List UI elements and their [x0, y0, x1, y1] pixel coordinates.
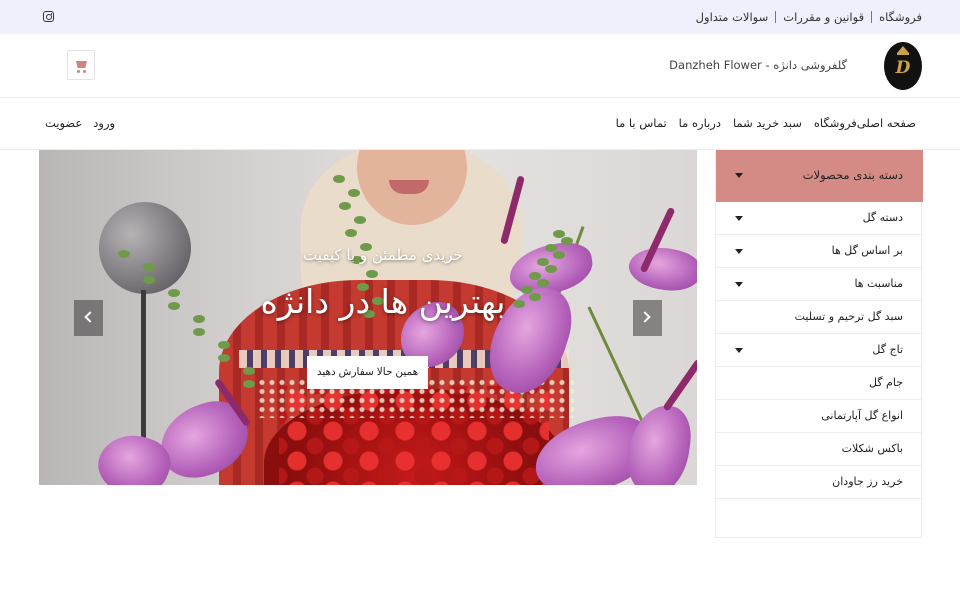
- chevron-down-icon: [735, 348, 743, 353]
- category-item-label: جام گل: [868, 376, 903, 389]
- top-bar: فروشگاه قوانین و مقررات سوالات متداول: [0, 0, 960, 34]
- top-link-shop[interactable]: فروشگاه: [879, 10, 922, 24]
- slider-prev-button[interactable]: [74, 300, 103, 336]
- category-item-occasions[interactable]: مناسبت ها: [716, 268, 921, 301]
- logo-monogram: D: [895, 58, 911, 78]
- category-item-by-flower[interactable]: بر اساس گل ها: [716, 235, 921, 268]
- category-item-condolence-basket[interactable]: سبد گل ترحیم و تسلیت: [716, 301, 921, 334]
- category-item-eternal-rose[interactable]: خرید رز جاودان: [716, 466, 921, 499]
- category-item-label: دسته گل: [862, 211, 903, 224]
- category-header[interactable]: دسته بندی محصولات: [716, 150, 923, 202]
- eucalyptus-leaf: [348, 188, 360, 197]
- category-item-label: باکس شکلات: [841, 442, 903, 455]
- eucalyptus-leaf: [333, 175, 345, 183]
- chevron-down-icon: [735, 282, 743, 287]
- cart-wheel: [83, 70, 86, 73]
- category-header-label: دسته بندی محصولات: [802, 168, 903, 182]
- nav-item-about[interactable]: درباره ما: [679, 116, 721, 130]
- eucalyptus-leaf: [339, 202, 351, 210]
- site-logo[interactable]: D: [884, 42, 922, 90]
- category-item-houseplants[interactable]: انواع گل آپارتمانی: [716, 400, 921, 433]
- login-link[interactable]: ورود: [93, 116, 115, 130]
- category-sidebar: دسته بندی محصولات دسته گل بر اساس گل ها …: [715, 150, 923, 538]
- category-item-chocolate-box[interactable]: باکس شکلات: [716, 433, 921, 466]
- order-now-button[interactable]: همین حالا سفارش دهید: [307, 356, 428, 389]
- crown-icon: [897, 46, 909, 55]
- separator: [871, 11, 873, 23]
- cart-icon: [76, 61, 87, 68]
- category-item-bouquet[interactable]: دسته گل: [716, 202, 921, 235]
- cart-wheel: [77, 70, 80, 73]
- top-links: فروشگاه قوانین و مقررات سوالات متداول: [696, 0, 922, 34]
- category-item-label: بر اساس گل ها: [831, 244, 903, 257]
- chevron-down-icon: [735, 249, 743, 254]
- category-item-label: مناسبت ها: [854, 277, 903, 290]
- category-item-label: انواع گل آپارتمانی: [821, 409, 903, 422]
- category-item-flower-vase[interactable]: جام گل: [716, 367, 921, 400]
- category-item-label: تاج گل: [872, 343, 903, 356]
- slide-subtitle: خریدی مطمئن و با کیفیت: [303, 246, 463, 264]
- eucalyptus-leaf: [345, 229, 357, 237]
- site-header: D گلفروشی دانژه - Danzheh Flower: [0, 34, 960, 98]
- eucalyptus-leaf: [217, 341, 230, 349]
- nav-item-cart[interactable]: سبد خرید شما: [733, 116, 802, 130]
- nav-item-contact[interactable]: تماس با ما: [616, 116, 667, 130]
- nav-item-shop[interactable]: فروشگاه: [814, 116, 857, 130]
- top-link-faq[interactable]: سوالات متداول: [696, 10, 769, 24]
- eucalyptus-leaf: [545, 265, 557, 273]
- eucalyptus-leaf: [243, 380, 255, 388]
- eucalyptus-leaf: [193, 328, 205, 336]
- nav-item-home[interactable]: صفحه اصلی: [857, 116, 916, 130]
- slide-title: بهترین ها در دانژه: [260, 282, 506, 321]
- slider-next-button[interactable]: [633, 300, 662, 336]
- separator: [775, 11, 777, 23]
- cart-button[interactable]: [67, 50, 95, 80]
- chevron-right-icon: [639, 311, 651, 323]
- eucalyptus-leaf: [354, 215, 366, 224]
- category-item-label: سبد گل ترحیم و تسلیت: [794, 310, 903, 323]
- main-nav: صفحه اصلی فروشگاه سبد خرید شما درباره ما…: [0, 98, 960, 150]
- category-item-wreath[interactable]: تاج گل: [716, 334, 921, 367]
- category-item-label: خرید رز جاودان: [832, 475, 903, 488]
- eucalyptus-leaf: [561, 237, 573, 245]
- eucalyptus-leaf: [366, 269, 378, 278]
- eucalyptus-leaf: [242, 367, 255, 375]
- register-link[interactable]: عضویت: [45, 116, 82, 130]
- chevron-left-icon: [84, 311, 96, 323]
- eucalyptus-leaf: [142, 263, 155, 271]
- chevron-down-icon: [735, 173, 743, 178]
- hero-slider: خریدی مطمئن و با کیفیت بهترین ها در دانژ…: [39, 150, 697, 485]
- chevron-down-icon: [735, 216, 743, 221]
- site-name: گلفروشی دانژه - Danzheh Flower: [669, 58, 847, 72]
- eucalyptus-leaf: [218, 354, 230, 362]
- nav-menu: صفحه اصلی فروشگاه سبد خرید شما درباره ما…: [604, 98, 916, 148]
- auth-links: عضویت ورود: [45, 98, 126, 148]
- top-link-rules[interactable]: قوانین و مقررات: [783, 10, 864, 24]
- instagram-icon[interactable]: [43, 11, 54, 22]
